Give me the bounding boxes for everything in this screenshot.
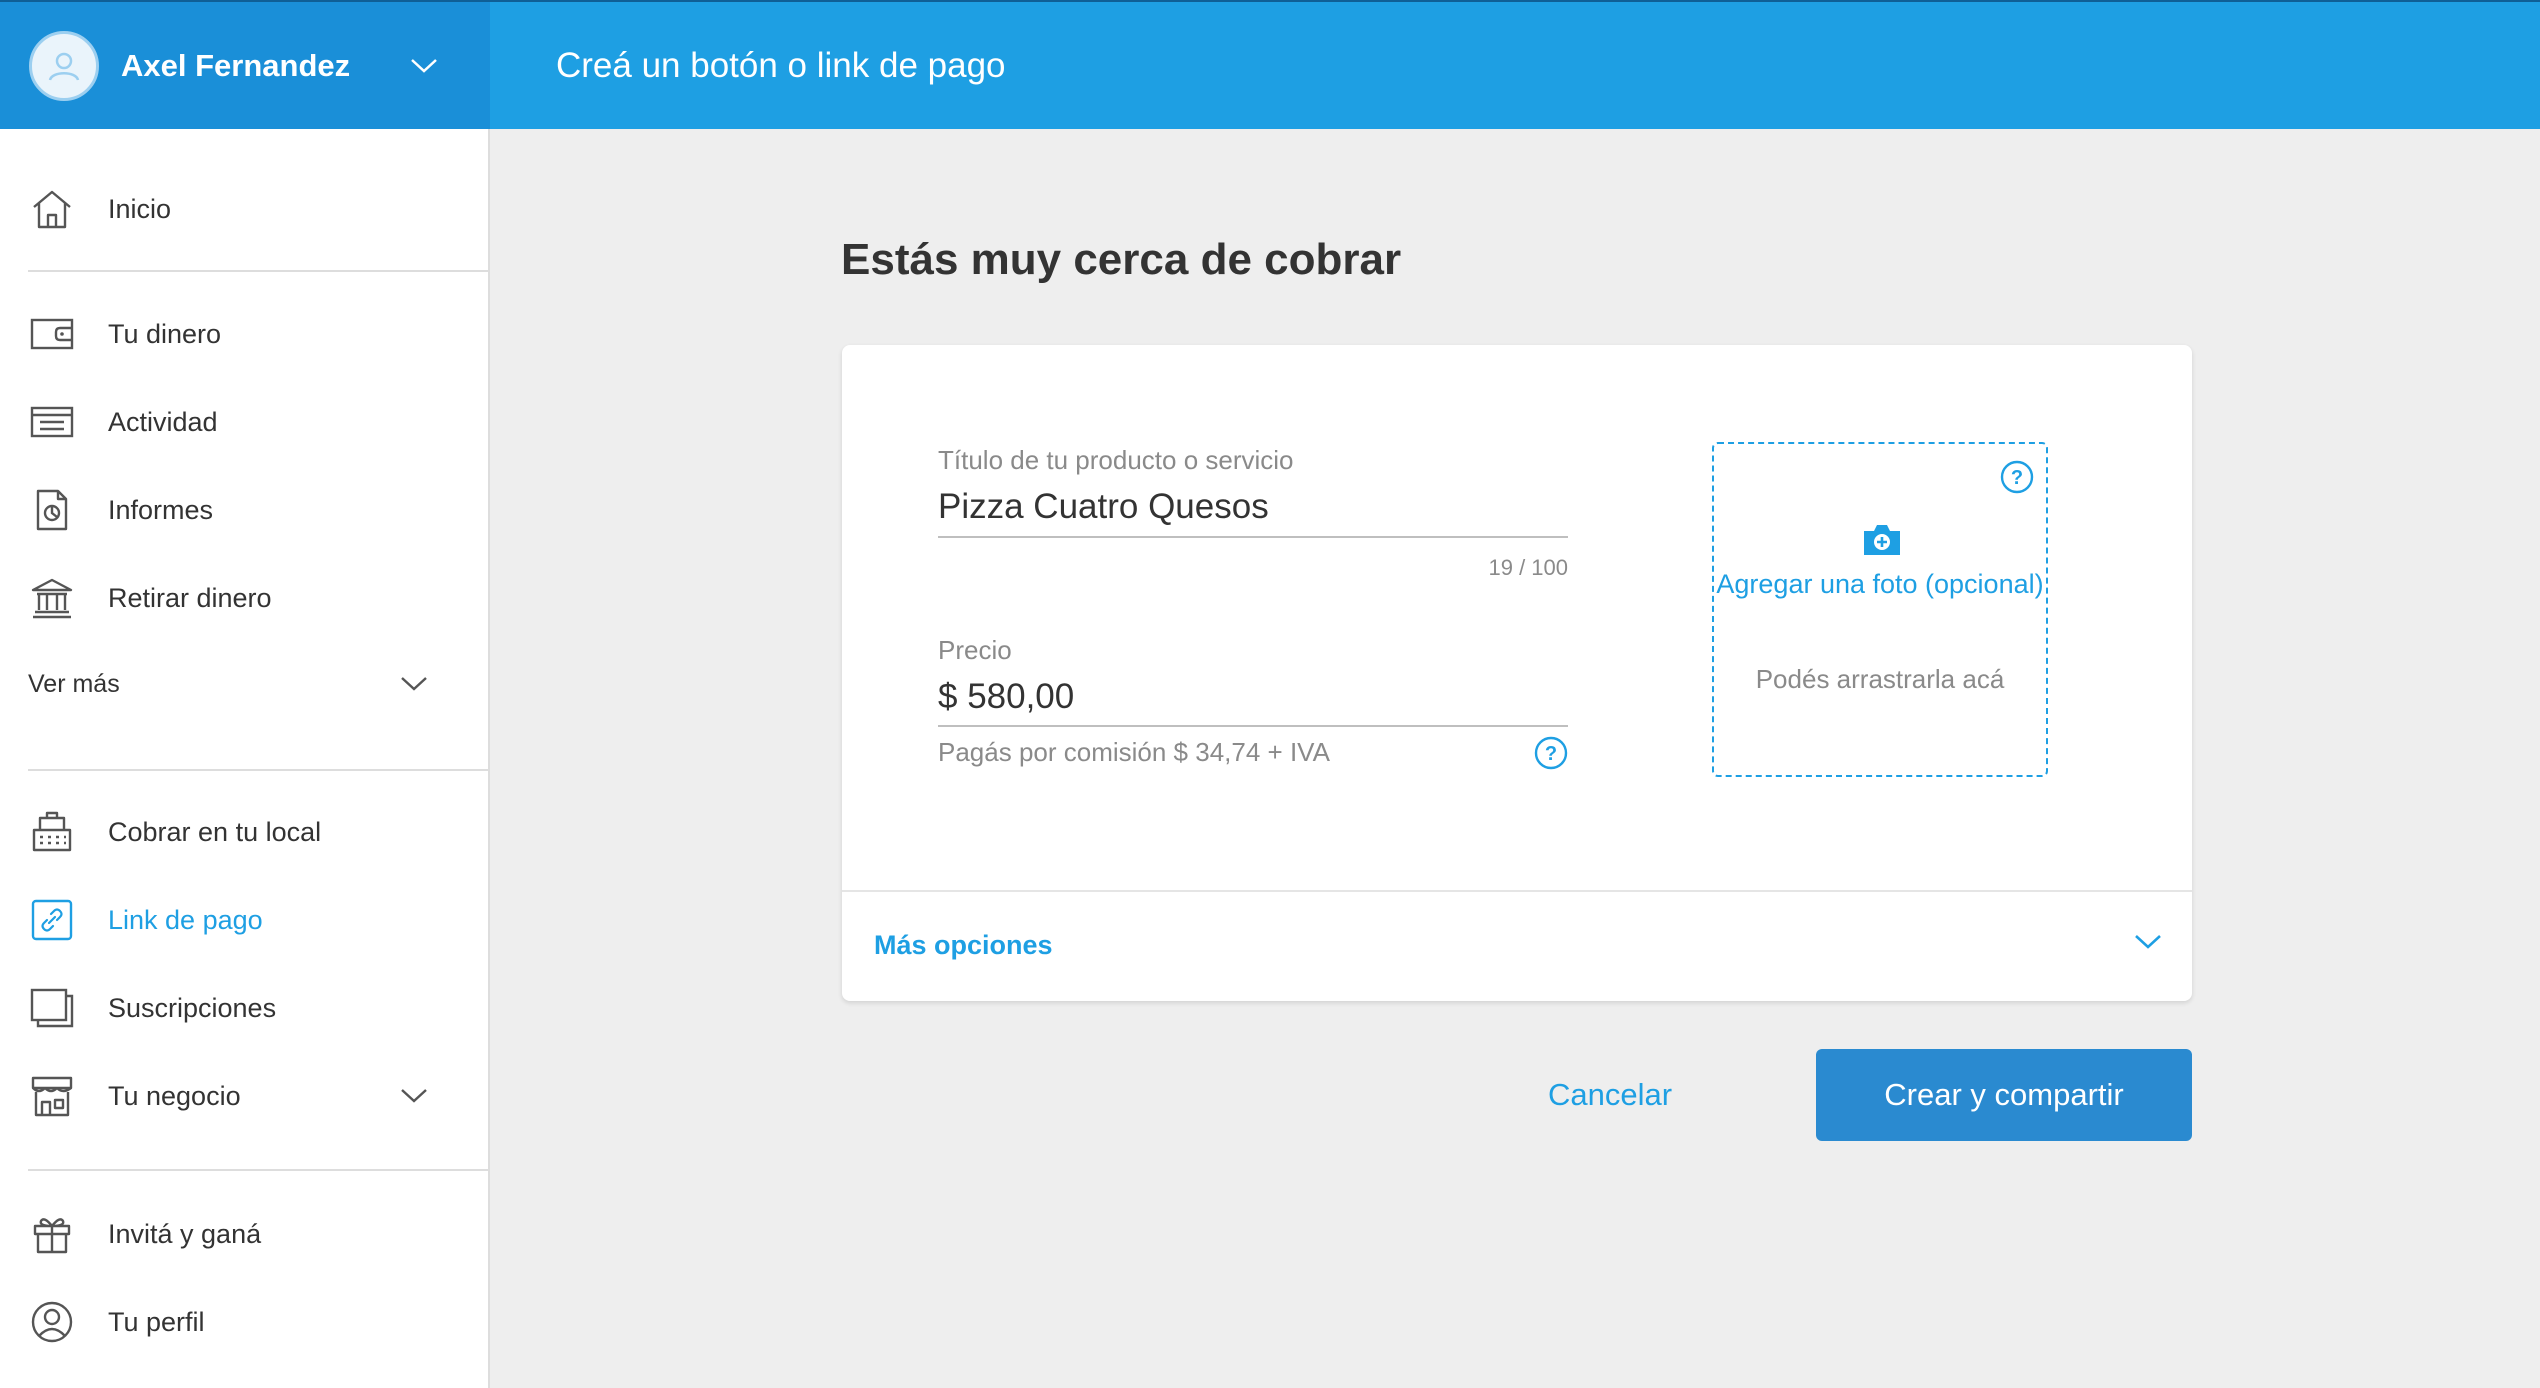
sidebar-item-actividad[interactable]: Actividad <box>0 382 490 462</box>
wallet-icon <box>28 310 76 358</box>
help-icon[interactable]: ? <box>1534 736 1568 770</box>
sidebar-item-label: Cobrar en tu local <box>108 816 322 847</box>
store-icon <box>28 1072 76 1120</box>
add-photo-label: Agregar una foto (opcional) <box>1716 569 2044 599</box>
price-input[interactable] <box>938 672 1568 722</box>
sidebar-item-label: Informes <box>108 494 214 525</box>
page-header-title: Creá un botón o link de pago <box>556 45 1006 85</box>
sidebar-item-tu-dinero[interactable]: Tu dinero <box>0 294 490 374</box>
bank-icon <box>28 574 76 622</box>
sidebar-item-inicio[interactable]: Inicio <box>0 169 490 249</box>
chevron-down-icon <box>400 676 428 692</box>
cancel-button[interactable]: Cancelar <box>1520 1049 1700 1141</box>
gift-icon <box>28 1210 76 1258</box>
sidebar-item-label: Suscripciones <box>108 992 277 1023</box>
sidebar-item-label: Ver más <box>28 669 120 698</box>
account-header[interactable]: Axel Fernandez <box>0 0 490 129</box>
payment-link-icon <box>28 896 76 944</box>
payment-link-form-card: Título de tu producto o servicio 19 / 10… <box>842 345 2192 1001</box>
chevron-down-icon <box>400 1088 428 1104</box>
more-options-label: Más opciones <box>874 930 1053 960</box>
avatar <box>29 30 99 101</box>
report-document-icon <box>28 486 76 534</box>
cash-register-icon <box>28 808 76 856</box>
character-counter: 19 / 100 <box>1488 555 1568 580</box>
sidebar-item-tu-negocio[interactable]: Tu negocio <box>0 1056 490 1136</box>
sidebar-item-label: Invitá y ganá <box>108 1218 262 1249</box>
divider <box>28 769 490 771</box>
page-title: Estás muy cerca de cobrar <box>841 235 1402 284</box>
chevron-down-icon <box>2134 934 2162 950</box>
sidebar-item-informes[interactable]: Informes <box>0 470 490 550</box>
price-underline <box>938 725 1568 727</box>
price-label: Precio <box>938 635 1012 665</box>
divider <box>28 1169 490 1171</box>
create-and-share-button[interactable]: Crear y compartir <box>1816 1049 2192 1141</box>
sidebar-item-tu-perfil[interactable]: Tu perfil <box>0 1282 490 1362</box>
commission-hint: Pagás por comisión $ 34,74 + IVA <box>938 737 1330 767</box>
svg-text:?: ? <box>2011 467 2023 489</box>
sidebar-item-ver-mas[interactable]: Ver más <box>0 644 490 724</box>
sidebar-item-link-de-pago[interactable]: Link de pago <box>0 880 490 960</box>
product-title-input[interactable] <box>938 482 1568 532</box>
sidebar-item-label: Inicio <box>108 193 172 224</box>
activity-list-icon <box>28 398 76 446</box>
sidebar-item-label: Actividad <box>108 406 218 437</box>
chevron-down-icon[interactable] <box>410 58 438 74</box>
sidebar-item-label: Tu negocio <box>108 1080 241 1111</box>
subscriptions-icon <box>28 984 76 1032</box>
camera-icon <box>1861 522 1903 563</box>
sidebar-item-cobrar-en-tu-local[interactable]: Cobrar en tu local <box>0 792 490 872</box>
divider <box>28 270 490 272</box>
sidebar-item-suscripciones[interactable]: Suscripciones <box>0 968 490 1048</box>
page-header: Creá un botón o link de pago <box>490 0 2540 129</box>
svg-text:?: ? <box>1545 743 1557 765</box>
sidebar-item-label: Retirar dinero <box>108 582 272 613</box>
sidebar-item-label: Link de pago <box>108 904 263 935</box>
product-title-label: Título de tu producto o servicio <box>938 445 1294 475</box>
sidebar-item-label: Tu dinero <box>108 318 222 349</box>
user-avatar-icon <box>48 52 80 81</box>
user-name: Axel Fernandez <box>121 47 351 83</box>
home-icon <box>28 185 76 233</box>
profile-icon <box>28 1298 76 1346</box>
sidebar-item-invita-y-gana[interactable]: Invitá y ganá <box>0 1194 490 1274</box>
sidebar-item-label: Tu perfil <box>108 1306 205 1337</box>
help-icon[interactable]: ? <box>2000 460 2034 494</box>
sidebar-item-retirar-dinero[interactable]: Retirar dinero <box>0 558 490 638</box>
photo-upload-dropzone[interactable]: ? Agregar una foto (opcional) Podés arra… <box>1712 442 2048 777</box>
product-title-underline <box>938 536 1568 538</box>
sidebar: Inicio Tu dinero Actividad Informes Reti… <box>0 129 490 1388</box>
more-options-toggle[interactable]: Más opciones <box>842 892 2192 1001</box>
drag-photo-hint: Podés arrastrarla acá <box>1755 664 2005 694</box>
